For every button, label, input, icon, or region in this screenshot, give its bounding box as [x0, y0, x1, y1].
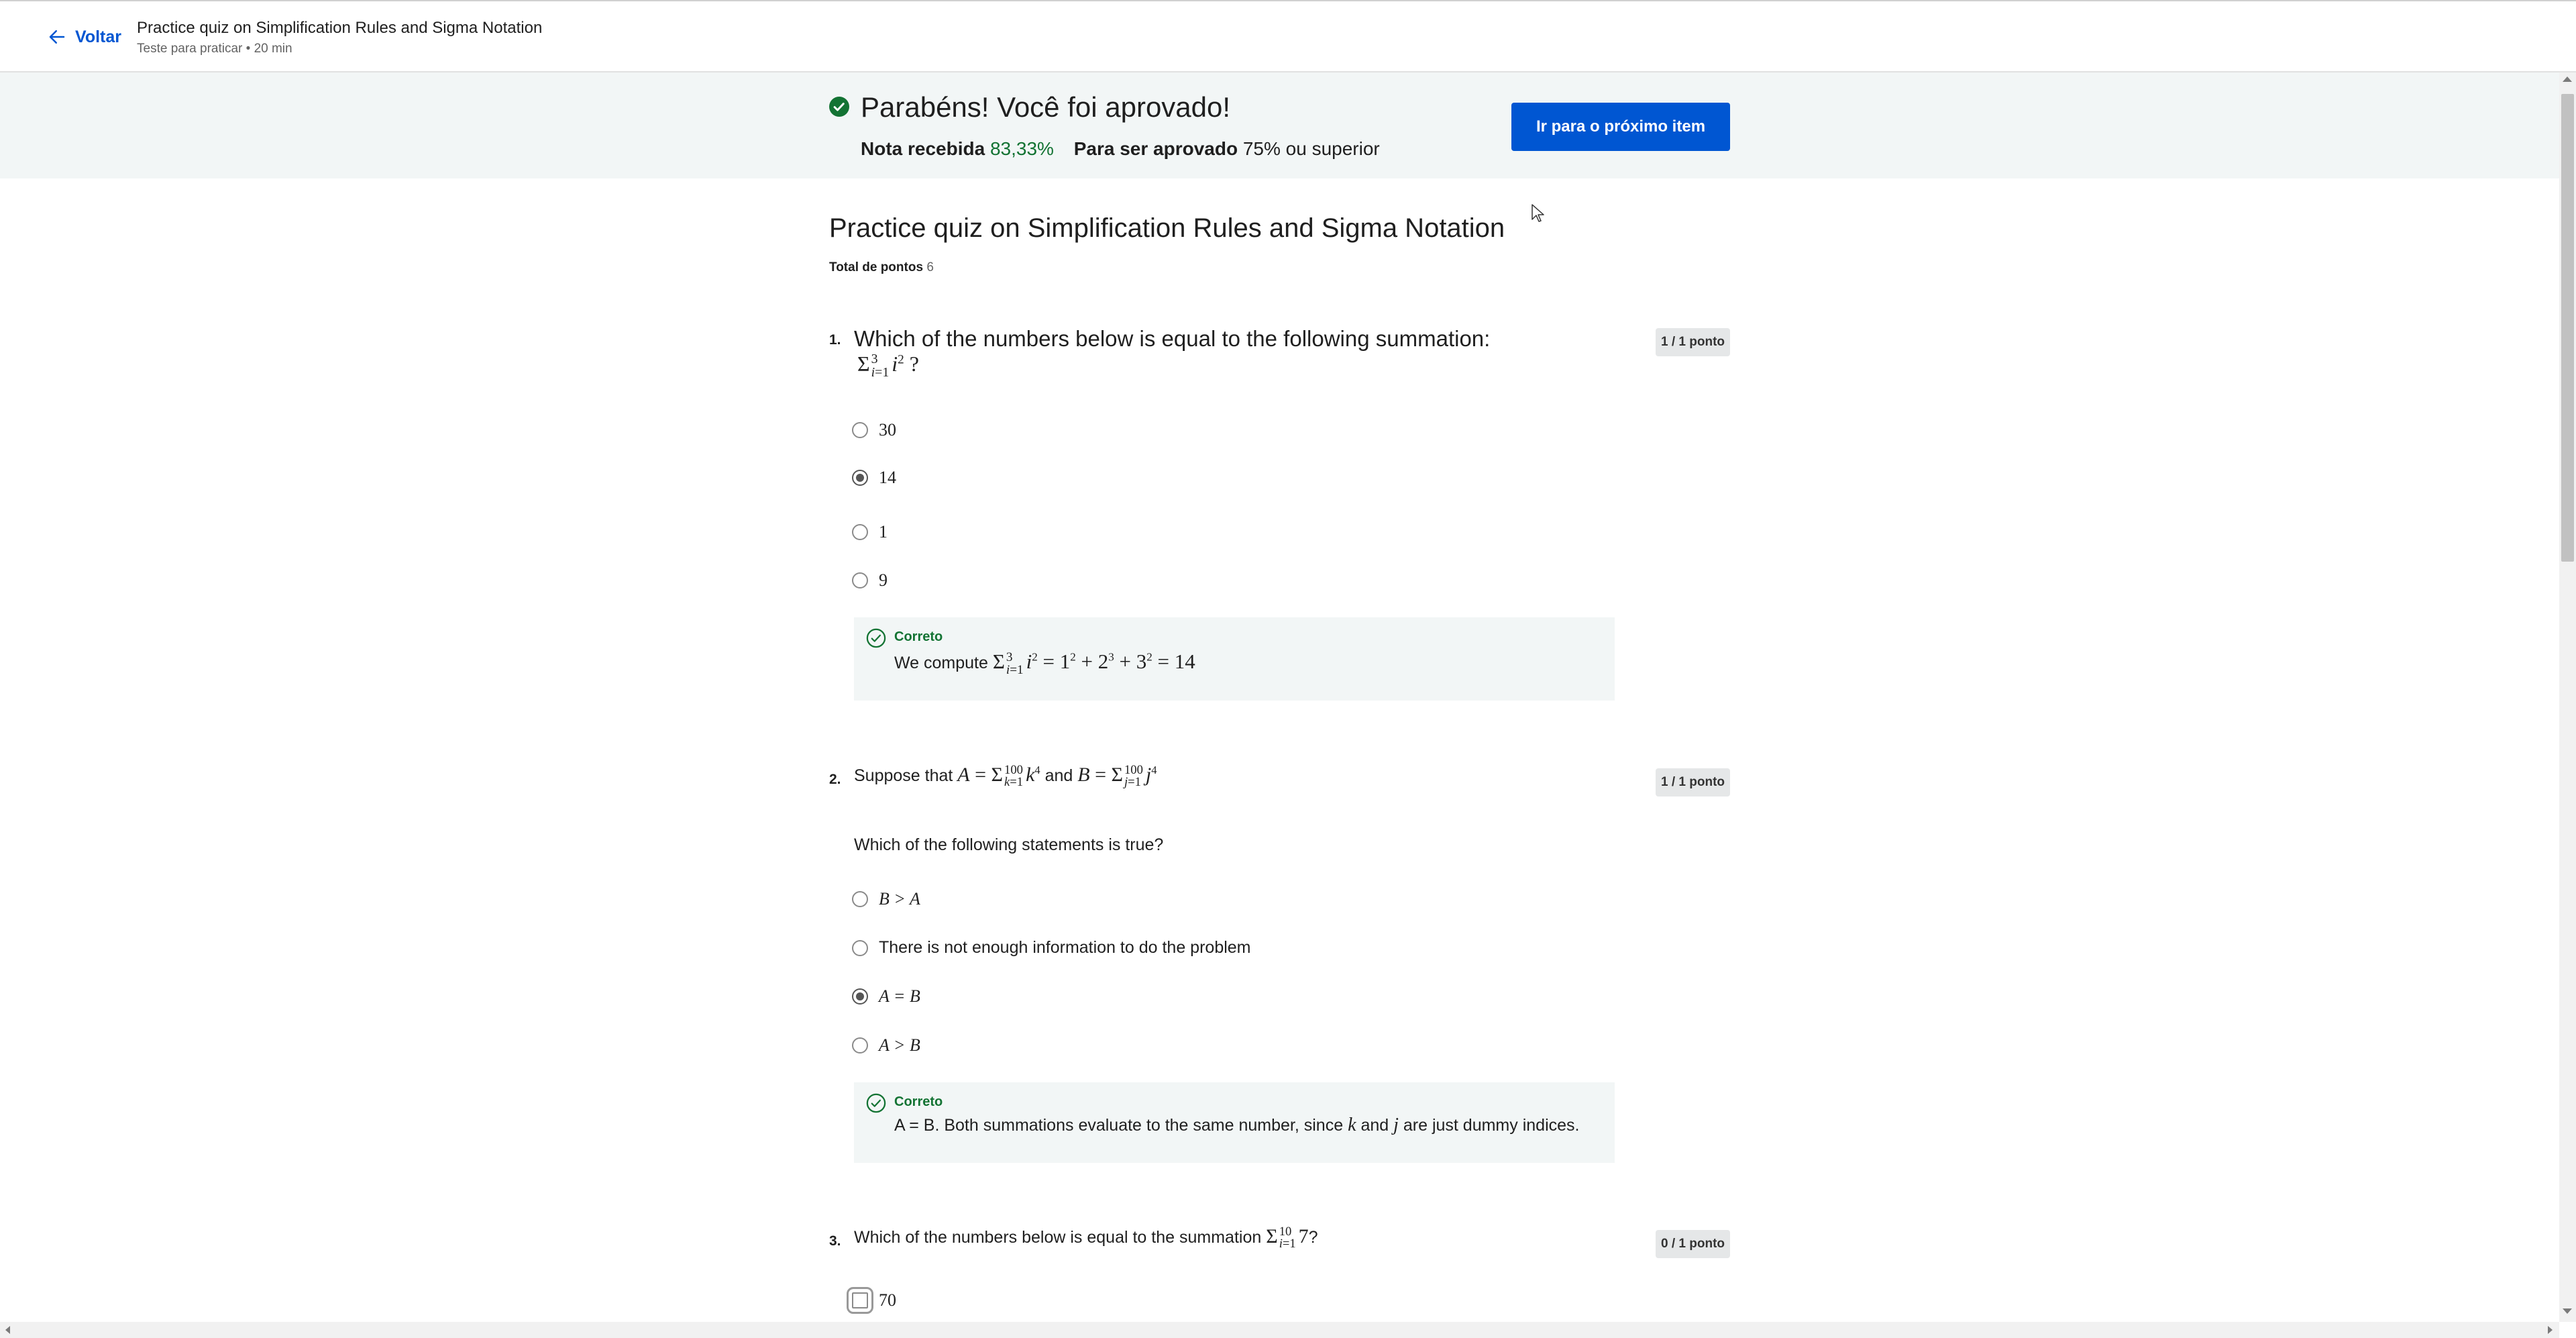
feedback-formula: Σ 3 i=1 i2 = 12 + 23 + 32 = 14 [992, 650, 1195, 677]
question-2-option-3[interactable]: A = B [852, 986, 920, 1007]
quiz-title: Practice quiz on Simplification Rules an… [829, 213, 1505, 243]
feedback-prefix: We compute [894, 654, 988, 672]
question-1-text: Which of the numbers below is equal to t… [854, 326, 1491, 351]
option-label: B > A [879, 889, 920, 909]
option-label: 9 [879, 570, 888, 590]
radio-button-focused[interactable] [847, 1287, 873, 1314]
question-3-option-1[interactable]: 70 [847, 1287, 896, 1314]
question-2-and: and [1044, 766, 1073, 785]
back-link[interactable]: Voltar [47, 27, 121, 47]
question-3-formula-suffix: ? [1308, 1228, 1318, 1247]
question-1-option-1[interactable]: 30 [852, 420, 896, 440]
option-label: 30 [879, 420, 896, 440]
radio-button[interactable] [852, 524, 868, 540]
question-2-option-4[interactable]: A > B [852, 1035, 920, 1056]
feedback-text-start: A = B. Both summations evaluate to the s… [894, 1116, 1344, 1135]
question-1-option-3[interactable]: 1 [852, 522, 888, 542]
header-title: Practice quiz on Simplification Rules an… [137, 19, 543, 37]
scroll-down-arrow-icon[interactable] [2563, 1308, 2572, 1314]
question-2-option-2[interactable]: There is not enough information to do th… [852, 938, 1251, 958]
radio-button-selected[interactable] [852, 988, 868, 1005]
check-circle-icon [829, 97, 849, 117]
scroll-left-arrow-icon[interactable] [5, 1326, 10, 1334]
pass-label: Para ser aprovado [1073, 138, 1238, 159]
feedback-formula-result: = 1 [1042, 650, 1071, 673]
option-label: A > B [879, 1035, 920, 1055]
question-2-number: 2. [829, 772, 841, 787]
question-1-option-4[interactable]: 9 [852, 570, 888, 590]
radio-button[interactable] [852, 422, 868, 438]
radio-button[interactable] [852, 1037, 868, 1053]
question-2-feedback: Correto A = B. Both summations evaluate … [854, 1082, 1615, 1163]
question-1-feedback: Correto We compute Σ 3 i=1 i2 = 12 + 23 + 3… [854, 617, 1615, 701]
question-3-number: 3. [829, 1233, 841, 1249]
question-2-formula-b: B = Σ 100 j=1 j4 [1077, 762, 1157, 790]
question-2-formula-a: A = Σ 100 k=1 k4 [957, 762, 1040, 790]
feedback-formula-tail: = 14 [1157, 650, 1195, 673]
back-label: Voltar [75, 27, 121, 46]
grade-label: Nota recebida [861, 138, 985, 159]
question-3-text: Which of the numbers below is equal to t… [854, 1225, 1318, 1251]
question-2-option-1[interactable]: B > A [852, 889, 920, 909]
vertical-scrollbar-thumb[interactable] [2561, 94, 2574, 562]
question-1-formula-suffix: ? [909, 352, 919, 376]
mouse-pointer-icon [1532, 204, 1544, 222]
pass-value: 75% ou superior [1242, 138, 1380, 159]
question-2-prompt: Which of the following statements is tru… [854, 835, 1164, 854]
question-2-score-badge: 1 / 1 ponto [1656, 768, 1730, 796]
option-label: A = B [879, 986, 920, 1006]
arrow-left-icon [49, 30, 65, 44]
math-var-k: k [1348, 1115, 1356, 1135]
total-points: Total de pontos 6 [829, 260, 934, 275]
next-item-button[interactable]: Ir para o próximo item [1511, 103, 1730, 151]
option-label: 70 [879, 1290, 896, 1310]
banner-title: Parabéns! Você foi aprovado! [861, 91, 1231, 123]
question-1-score-badge: 1 / 1 ponto [1656, 328, 1730, 356]
success-banner [0, 72, 2559, 178]
scroll-up-arrow-icon[interactable] [2563, 76, 2572, 82]
feedback-text-and: and [1360, 1116, 1389, 1135]
question-1-option-2[interactable]: 14 [852, 468, 896, 488]
feedback-label: Correto [894, 1094, 943, 1109]
feedback-text: A = B. Both summations evaluate to the s… [894, 1115, 1579, 1136]
option-label: There is not enough information to do th… [879, 938, 1251, 957]
horizontal-scrollbar[interactable] [0, 1322, 2559, 1338]
total-points-value: 6 [926, 260, 934, 274]
feedback-text: We compute Σ 3 i=1 i2 = 12 + 23 + 32 = 14 [894, 650, 1195, 676]
total-points-label: Total de pontos [829, 260, 924, 274]
check-circle-icon [866, 628, 886, 648]
question-3-text-label: Which of the numbers below is equal to t… [854, 1228, 1262, 1247]
grade-line: Nota recebida 83,33% Para ser aprovado 7… [861, 138, 1380, 160]
scroll-right-arrow-icon[interactable] [2548, 1326, 2553, 1334]
check-circle-icon [866, 1093, 886, 1113]
question-1-formula: Σ 3 i=1 i2 ? [857, 351, 919, 380]
feedback-label: Correto [894, 629, 943, 644]
radio-button[interactable] [852, 891, 868, 907]
option-label: 14 [879, 468, 896, 487]
radio-button[interactable] [852, 572, 868, 588]
option-label: 1 [879, 522, 888, 542]
math-var-j: j [1393, 1115, 1399, 1135]
header-subtitle: Teste para praticar • 20 min [137, 42, 292, 56]
question-3-score-badge: 0 / 1 ponto [1656, 1230, 1730, 1258]
question-1-number: 1. [829, 332, 841, 348]
radio-button-selected[interactable] [852, 470, 868, 486]
radio-button[interactable] [852, 939, 868, 956]
question-3-formula: Σ 10 i=1 7 [1266, 1224, 1309, 1251]
question-2-suppose: Suppose that [854, 766, 953, 785]
question-2-text: Suppose that A = Σ 100 k=1 k4 and B = Σ 100 j… [854, 764, 1157, 789]
feedback-text-end: are just dummy indices. [1403, 1116, 1580, 1135]
top-header: Voltar Practice quiz on Simplification R… [0, 0, 2576, 72]
grade-value: 83,33% [989, 138, 1054, 159]
